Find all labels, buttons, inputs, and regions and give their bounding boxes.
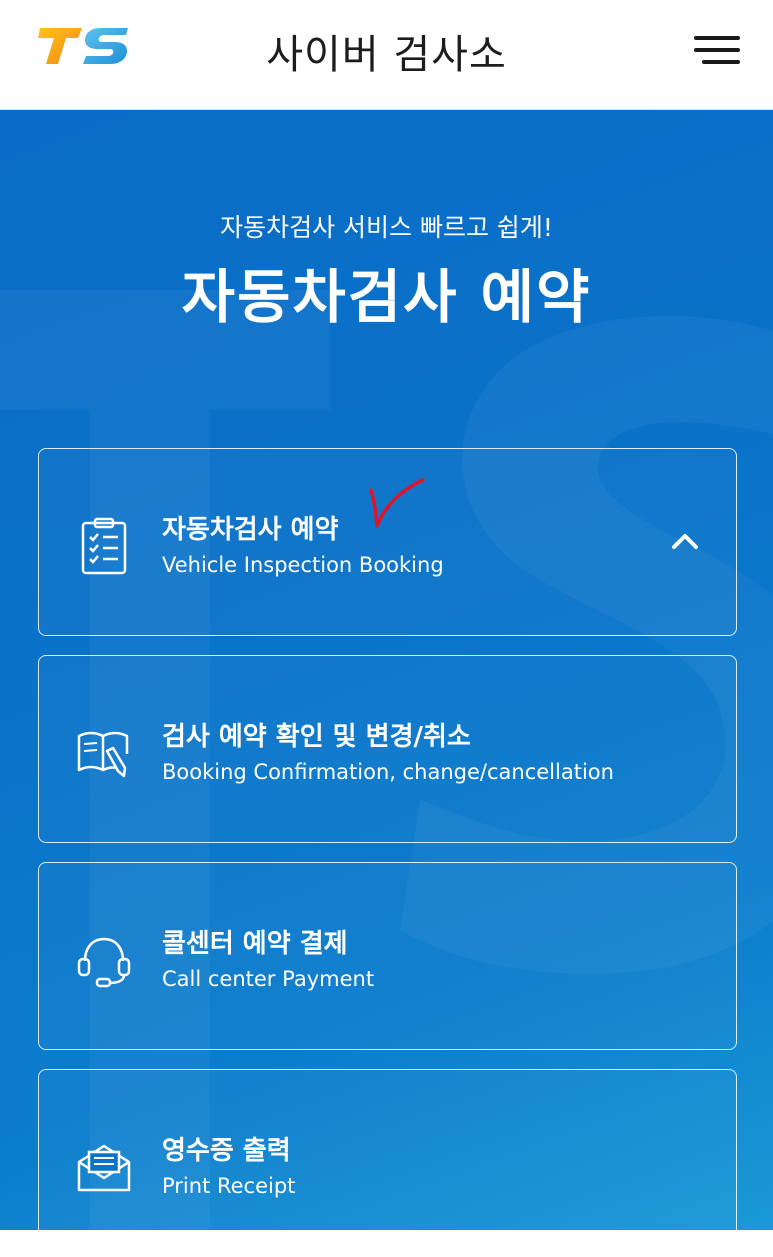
envelope-receipt-icon bbox=[77, 1144, 131, 1192]
red-checkmark-annotation bbox=[369, 478, 425, 528]
hero-subtitle: 자동차검사 서비스 빠르고 쉽게! bbox=[220, 213, 553, 242]
headset-icon bbox=[77, 937, 131, 988]
hamburger-menu-icon[interactable] bbox=[690, 30, 740, 70]
card-title: 검사 예약 확인 및 변경/취소 bbox=[162, 722, 471, 752]
card-title: 영수증 출력 bbox=[162, 1136, 291, 1166]
chevron-up-icon[interactable] bbox=[669, 527, 701, 555]
card-subtitle: Vehicle Inspection Booking bbox=[162, 553, 444, 577]
card-subtitle: Call center Payment bbox=[162, 967, 375, 991]
site-header: 사이버 검사소 bbox=[0, 0, 773, 110]
page-title: 사이버 검사소 bbox=[266, 32, 507, 78]
card-subtitle: Print Receipt bbox=[162, 1174, 296, 1198]
card-call-center-payment[interactable]: 콜센터 예약 결제 Call center Payment bbox=[38, 862, 737, 1050]
card-print-receipt[interactable]: 영수증 출력 Print Receipt bbox=[38, 1069, 737, 1257]
book-pen-icon bbox=[77, 731, 129, 778]
card-title: 콜센터 예약 결제 bbox=[162, 929, 348, 959]
hero-title: 자동차검사 예약 bbox=[181, 263, 592, 331]
card-title: 자동차검사 예약 bbox=[162, 515, 339, 545]
card-subtitle: Booking Confirmation, change/cancellatio… bbox=[162, 760, 614, 784]
card-booking-confirmation[interactable]: 검사 예약 확인 및 변경/취소 Booking Confirmation, c… bbox=[38, 655, 737, 843]
clipboard-checklist-icon bbox=[81, 517, 127, 575]
